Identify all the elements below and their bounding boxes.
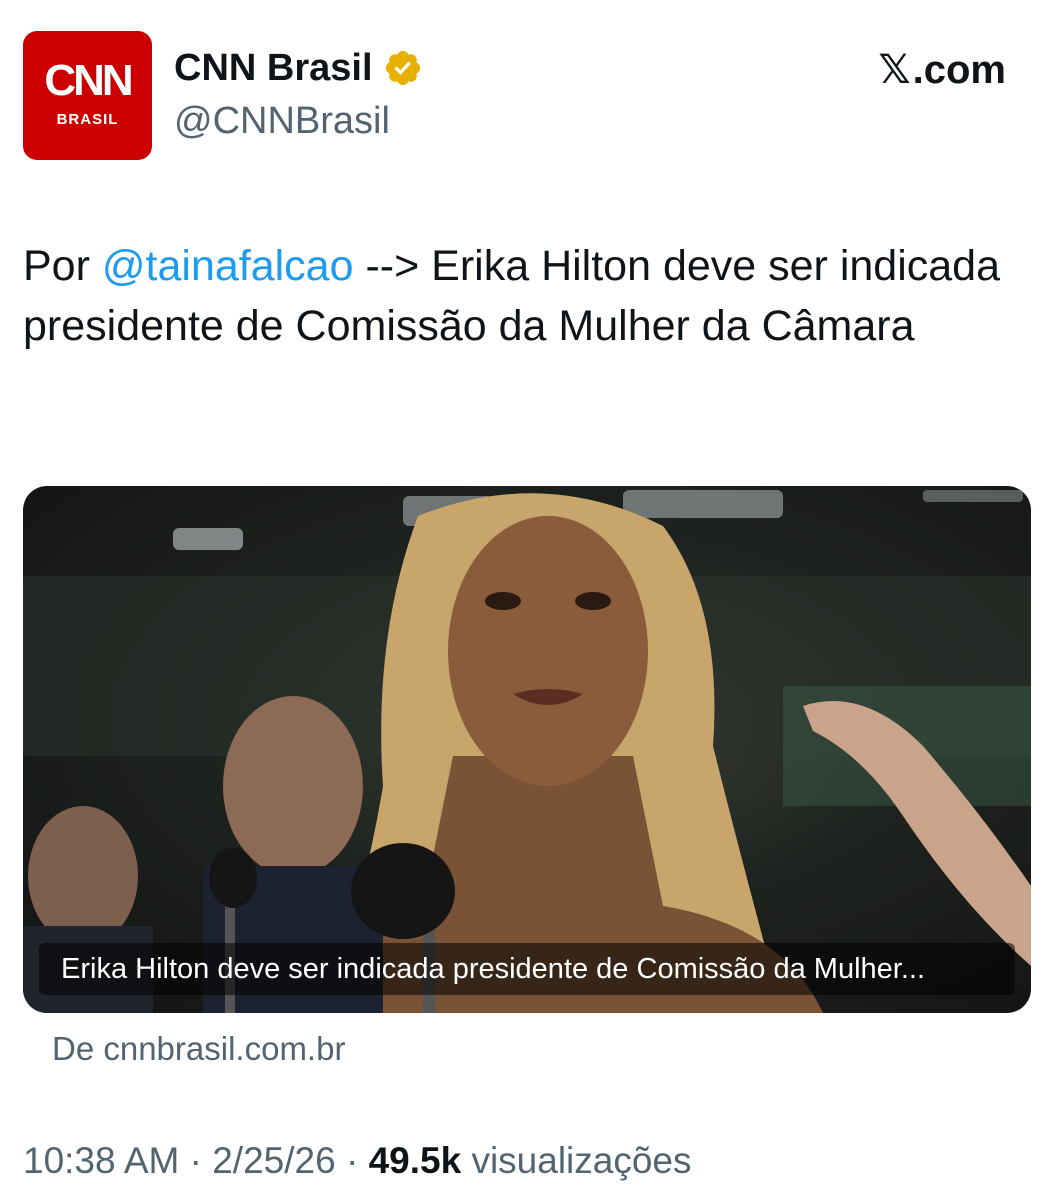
author-name-row: CNN Brasil [174,48,423,88]
meta-separator: · [335,1140,369,1181]
author-handle[interactable]: @CNNBrasil [174,102,390,140]
ceiling-light [923,490,1023,502]
tweet-time[interactable]: 10:38 AM [23,1140,179,1181]
face [448,516,648,786]
link-card-image[interactable]: Erika Hilton deve ser indicada president… [23,486,1031,1013]
ceiling-light [623,490,783,518]
person-left-head [223,696,363,876]
tweet-meta: 10:38 AM · 2/25/26 · 49.5k visualizações [23,1140,692,1182]
x-logo-icon: 𝕏 [878,47,911,93]
link-source[interactable]: De cnnbrasil.com.br [52,1030,345,1068]
x-com-logo: 𝕏 .com [878,50,1006,90]
tweet-text: Por @tainafalcao --> Erika Hilton deve s… [23,236,1023,356]
eye [575,592,611,610]
author-display-name[interactable]: CNN Brasil [174,49,373,87]
microphone-icon [351,843,455,939]
views-count: 49.5k [368,1140,462,1181]
cnn-logo-subtext: BRASIL [56,111,119,128]
mention-link[interactable]: @tainafalcao [102,242,354,290]
views-label: visualizações [461,1140,692,1181]
person-far-left-head [28,806,138,946]
x-domain-text: .com [912,48,1006,92]
tweet-date[interactable]: 2/25/26 [212,1140,335,1181]
cnn-logo-text: CNN [44,56,133,105]
link-card-caption[interactable]: Erika Hilton deve ser indicada president… [39,943,1015,995]
news-photo [23,490,1031,1013]
verified-badge-icon [385,50,420,86]
avatar[interactable]: CNN BRASIL [23,31,152,160]
microphone-icon [209,848,257,908]
eye [485,592,521,610]
ceiling-light [173,528,243,550]
meta-separator: · [179,1140,213,1181]
tweet-prefix: Por [23,242,102,290]
